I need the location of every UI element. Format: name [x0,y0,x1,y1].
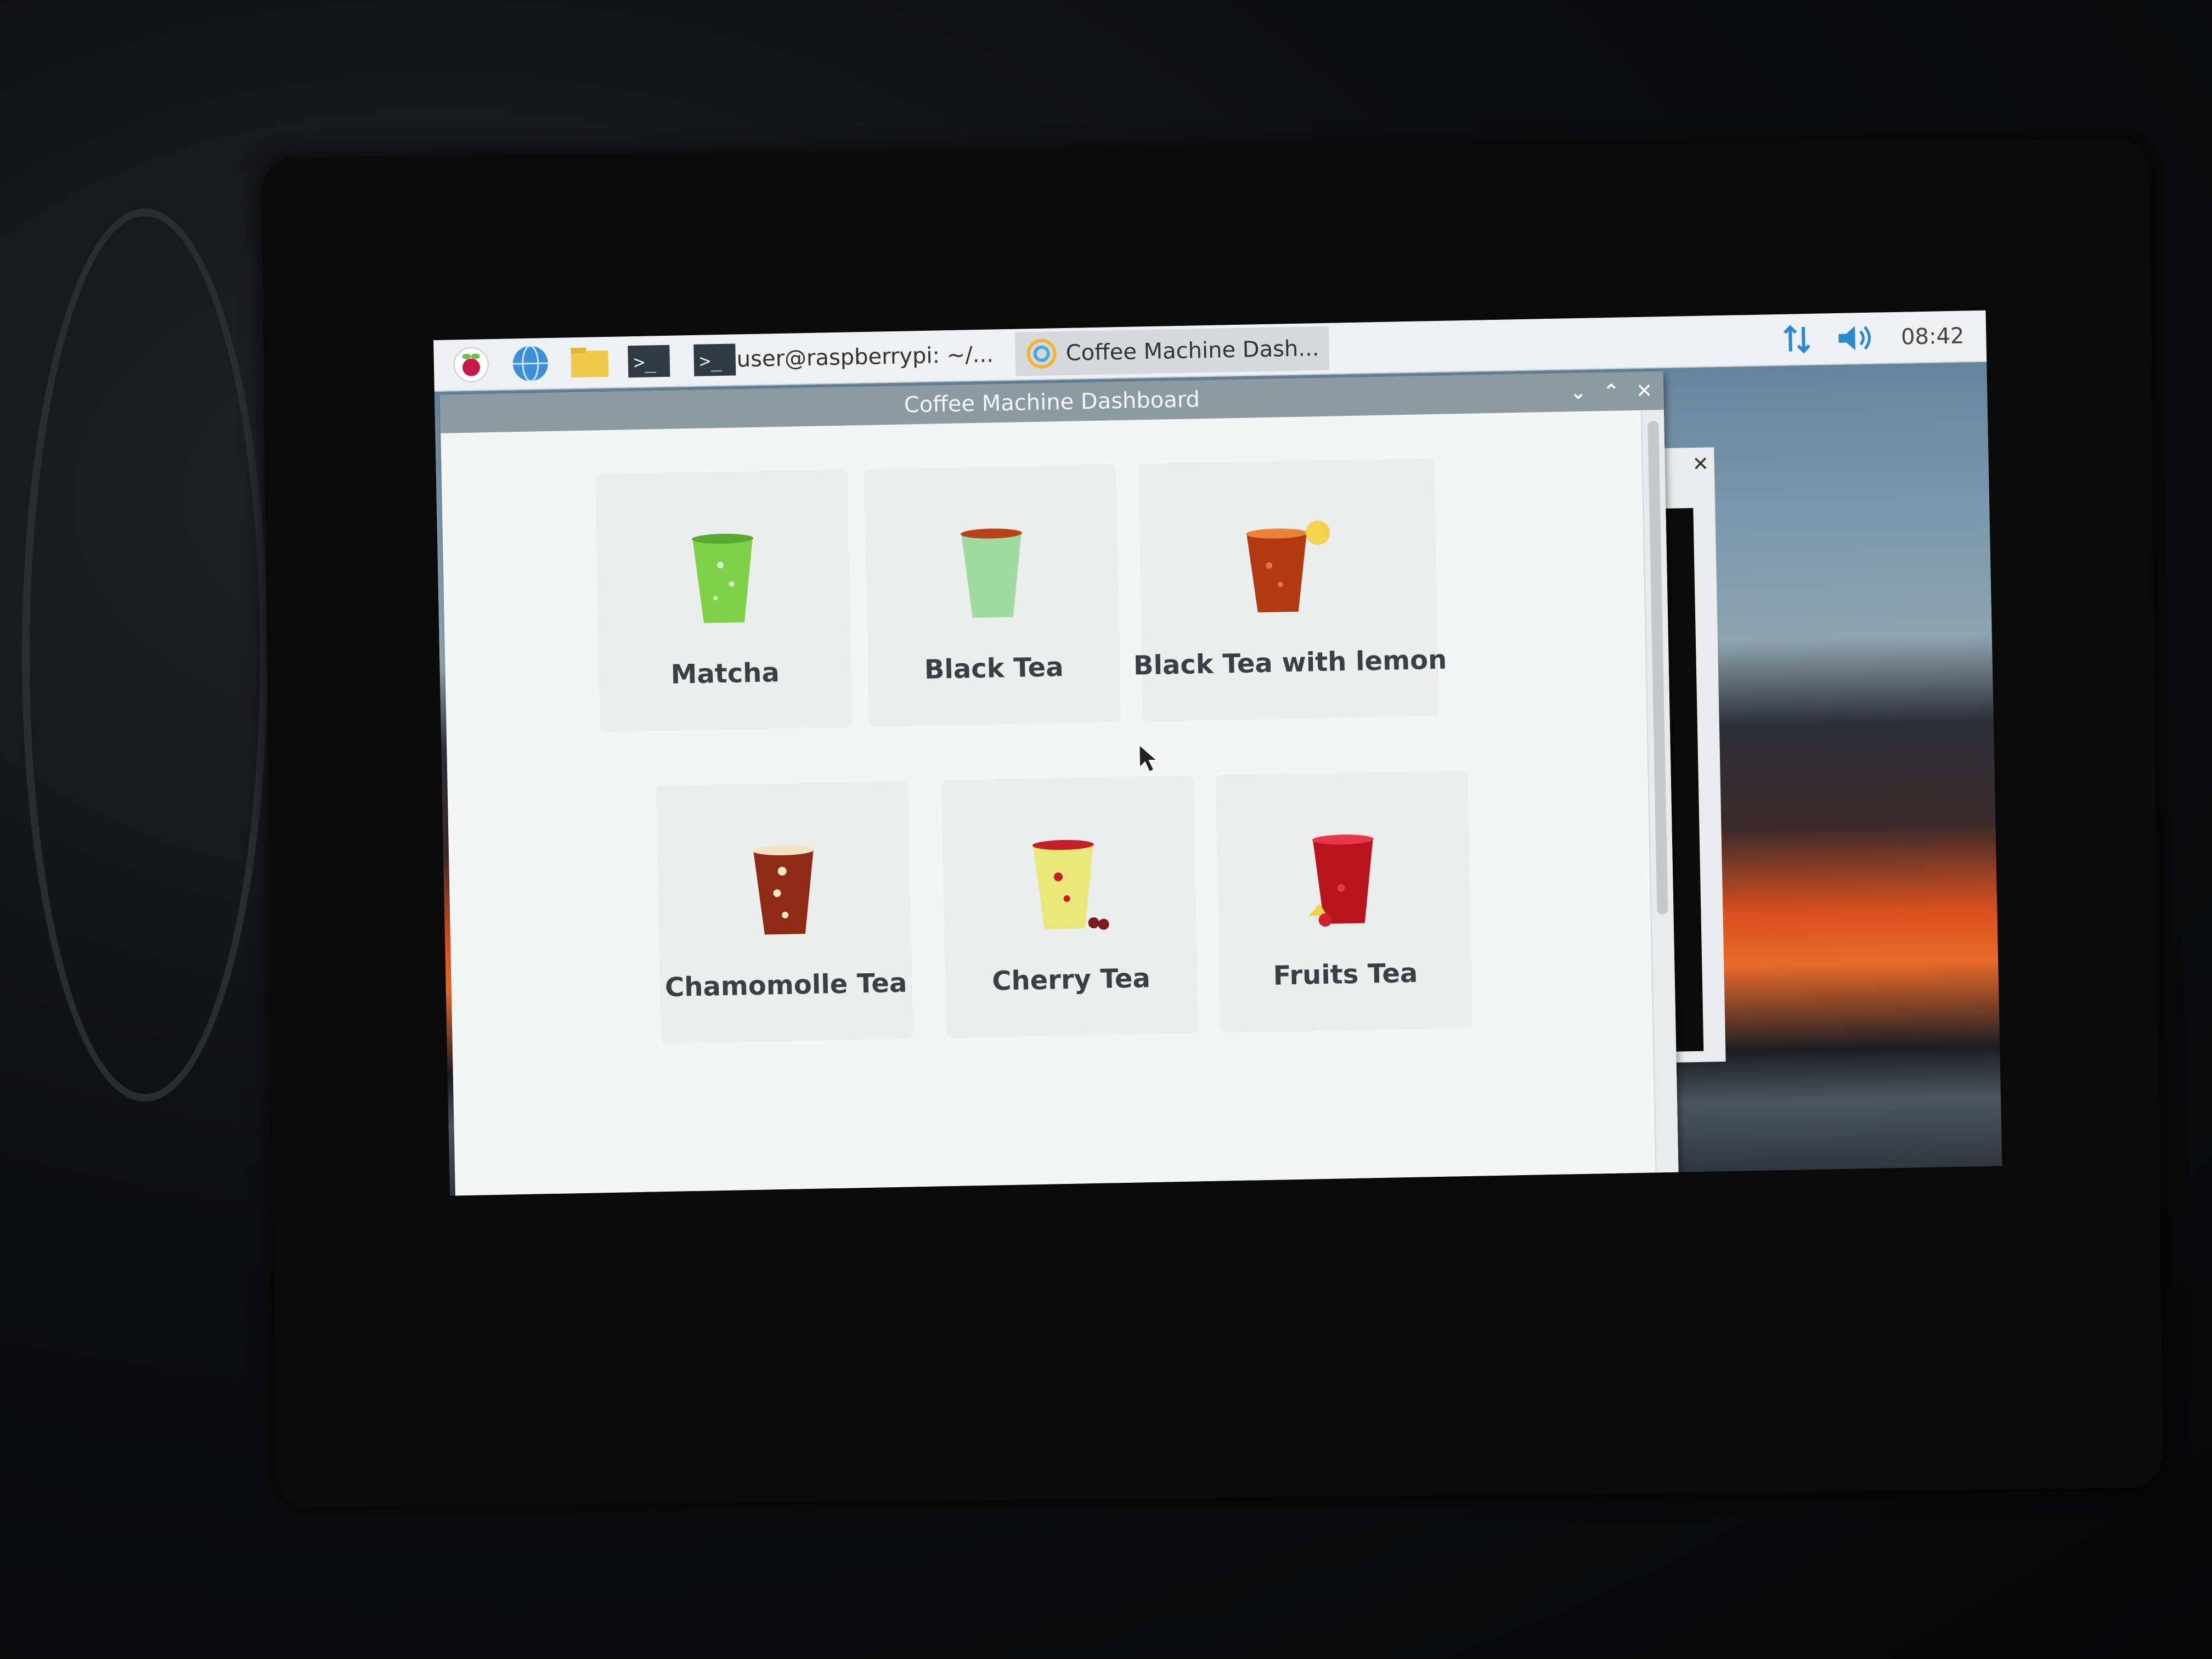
file-manager-icon[interactable] [567,340,612,385]
close-icon[interactable]: ✕ [1636,380,1653,403]
clock: 08:42 [1900,323,1965,350]
drink-tile-chamomolle-tea[interactable]: Chamomolle Tea [656,781,913,1044]
volume-icon[interactable] [1835,321,1880,355]
terminal-icon: >_ [693,343,736,376]
web-browser-icon[interactable] [508,341,553,386]
taskbar-task-label: user@raspberrypi: ~/... [736,342,994,373]
taskbar-task-coffee-dashboard[interactable]: Coffee Machine Dash... [1015,326,1330,376]
raspberry-menu-icon[interactable] [449,342,494,387]
matcha-cup-icon [692,533,754,623]
drink-label: Cherry Tea [991,963,1151,997]
window-title: Coffee Machine Dashboard [904,387,1200,418]
close-icon[interactable]: ✕ [1692,453,1709,476]
terminal-icon[interactable]: >_ [627,339,672,384]
svg-text:>_: >_ [633,351,656,374]
system-tray: 08:42 [1780,319,1965,356]
black-tea-lemon-cup-icon [1246,521,1330,613]
drink-label: Fruits Tea [1273,957,1418,991]
scrollbar-thumb[interactable] [1647,421,1668,915]
drink-tile-matcha[interactable]: Matcha [595,469,853,732]
screen: >_ >_ user@raspberrypi: ~/... Coffee Mac… [433,310,2002,1196]
cable [22,208,268,1102]
drink-grid: Matcha Black Tea Black Tea with lemon Ch… [441,410,1656,1196]
drink-tile-black-tea-with-lemon[interactable]: Black Tea with lemon [1133,458,1447,722]
cherry-cup-icon [1032,840,1109,930]
drink-tile-cherry-tea[interactable]: Cherry Tea [941,775,1199,1039]
black-tea-cup-icon [960,528,1022,618]
drink-label: Black Tea [924,652,1064,685]
app-window: Coffee Machine Dashboard ⌄ ⌃ ✕ Matcha Bl… [439,371,1679,1196]
chamomolle-cup-icon [752,845,814,935]
app-icon [1026,338,1057,369]
drink-label: Black Tea with lemon [1133,644,1447,681]
drink-tile-fruits-tea[interactable]: Fruits Tea [1215,770,1473,1033]
drink-label: Chamomolle Tea [664,967,907,1003]
maximize-icon[interactable]: ⌃ [1602,380,1620,403]
minimize-icon[interactable]: ⌄ [1570,381,1587,404]
taskbar-task-label: Coffee Machine Dash... [1065,336,1319,366]
mouse-cursor-icon [1138,743,1159,773]
taskbar-task-terminal[interactable]: >_ user@raspberrypi: ~/... [682,332,1004,382]
drink-label: Matcha [670,657,780,690]
svg-text:>_: >_ [699,350,722,373]
fruits-cup-icon [1308,834,1374,927]
drink-tile-black-tea[interactable]: Black Tea [864,464,1121,727]
network-icon[interactable] [1780,323,1814,356]
